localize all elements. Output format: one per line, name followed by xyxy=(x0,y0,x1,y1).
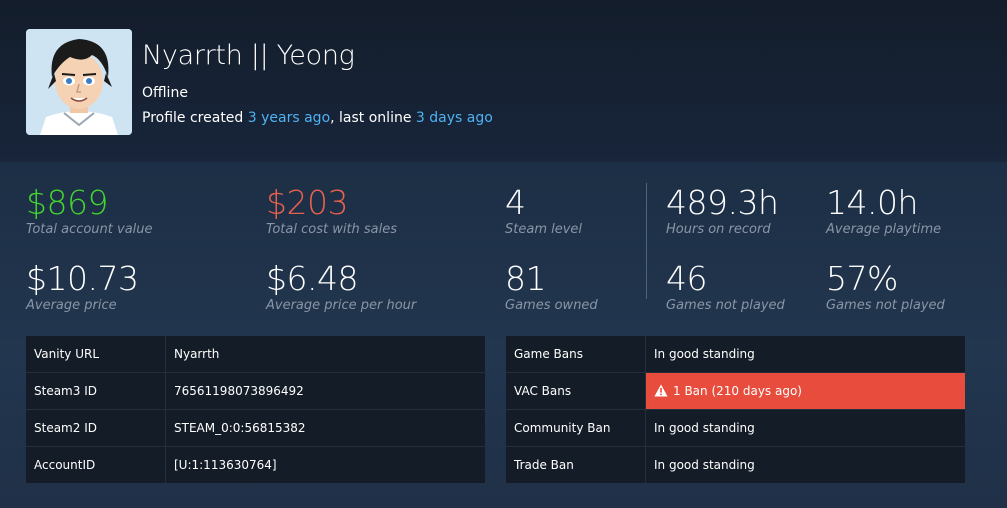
stat-value: 4 xyxy=(505,183,526,222)
table-row: Steam3 ID 76561198073896492 xyxy=(26,372,485,410)
stat-games-owned: 81 Games owned xyxy=(505,260,598,314)
online-ago-link[interactable]: 3 days ago xyxy=(416,110,493,126)
profile-header: Nyarrth || Yeong Offline Profile created… xyxy=(0,0,1007,162)
stat-value: $6.48 xyxy=(266,259,358,298)
stat-label: Games not played xyxy=(666,298,785,313)
vac-bans-key: VAC Bans xyxy=(506,372,646,410)
stat-label: Average playtime xyxy=(826,222,942,237)
steam2-id-value[interactable]: STEAM_0:0:56815382 xyxy=(165,409,485,447)
stat-value: $869 xyxy=(26,183,108,222)
account-id-key: AccountID xyxy=(26,446,166,483)
account-id-value[interactable]: [U:1:113630764] xyxy=(165,446,485,483)
stat-cost-with-sales: $203 Total cost with sales xyxy=(266,184,397,238)
vanity-url-value[interactable]: Nyarrth xyxy=(166,336,486,373)
online-prefix: , last online xyxy=(330,110,416,126)
stat-value: 489.3h xyxy=(666,183,779,222)
stat-label: Hours on record xyxy=(666,222,771,237)
avatar-image xyxy=(26,29,132,135)
stat-label: Total account value xyxy=(26,222,153,237)
table-row: Vanity URL Nyarrth xyxy=(26,336,485,373)
table-row: Trade Ban In good standing xyxy=(506,446,965,483)
stat-hours-on-record: 489.3h Hours on record xyxy=(666,183,779,238)
vanity-url-key: Vanity URL xyxy=(26,336,166,373)
avatar[interactable] xyxy=(26,29,132,135)
stat-account-value: $869 Total account value xyxy=(26,184,153,238)
stat-value: 14.0h xyxy=(826,183,918,222)
trade-ban-value: In good standing xyxy=(645,446,965,483)
stat-games-not-played: 46 Games not played xyxy=(666,260,785,314)
stat-label: Average price per hour xyxy=(266,298,417,313)
created-prefix: Profile created xyxy=(142,110,248,126)
stats-divider xyxy=(646,183,647,299)
warning-icon xyxy=(654,384,668,397)
community-ban-key: Community Ban xyxy=(506,409,646,447)
stat-avg-price-per-hour: $6.48 Average price per hour xyxy=(266,260,416,314)
stat-label: Games owned xyxy=(505,298,598,313)
table-row: AccountID [U:1:113630764] xyxy=(26,446,485,483)
vac-bans-value[interactable]: 1 Ban (210 days ago) xyxy=(645,372,965,410)
online-status: Offline xyxy=(142,85,188,101)
trade-ban-key: Trade Ban xyxy=(506,446,646,483)
table-row: Steam2 ID STEAM_0:0:56815382 xyxy=(26,409,485,447)
steam2-id-key: Steam2 ID xyxy=(26,409,166,447)
community-ban-value: In good standing xyxy=(645,409,965,447)
created-ago-link[interactable]: 3 years ago xyxy=(248,110,330,126)
stat-label: Games not played xyxy=(826,298,945,313)
stat-value: 46 xyxy=(666,259,707,298)
vac-bans-text: 1 Ban (210 days ago) xyxy=(673,384,802,398)
stat-value: 81 xyxy=(505,259,546,298)
profile-name: Nyarrth || Yeong xyxy=(142,40,355,71)
table-row: VAC Bans 1 Ban (210 days ago) xyxy=(506,372,965,410)
table-row: Game Bans In good standing xyxy=(506,336,965,373)
steam-ids-table: Vanity URL Nyarrth Steam3 ID 76561198073… xyxy=(26,336,485,483)
stat-avg-playtime: 14.0h Average playtime xyxy=(826,184,941,238)
profile-dates: Profile created 3 years ago, last online… xyxy=(142,110,493,126)
stat-value: $203 xyxy=(266,183,348,222)
stat-label: Steam level xyxy=(505,222,583,237)
table-row: Community Ban In good standing xyxy=(506,409,965,447)
stat-value: 57% xyxy=(826,259,898,298)
stat-label: Average price xyxy=(26,298,117,313)
stat-games-not-played-percent: 57% Games not played xyxy=(826,260,945,314)
game-bans-key: Game Bans xyxy=(506,336,646,373)
game-bans-value: In good standing xyxy=(654,347,755,361)
bans-table: Game Bans In good standing VAC Bans 1 Ba… xyxy=(506,336,965,483)
stat-label: Total cost with sales xyxy=(266,222,398,237)
stat-avg-price: $10.73 Average price xyxy=(26,259,139,314)
stat-steam-level: 4 Steam level xyxy=(505,184,582,238)
steam3-id-value[interactable]: 76561198073896492 xyxy=(165,372,485,410)
stat-value: $10.73 xyxy=(26,259,139,298)
steam3-id-key: Steam3 ID xyxy=(26,372,166,410)
